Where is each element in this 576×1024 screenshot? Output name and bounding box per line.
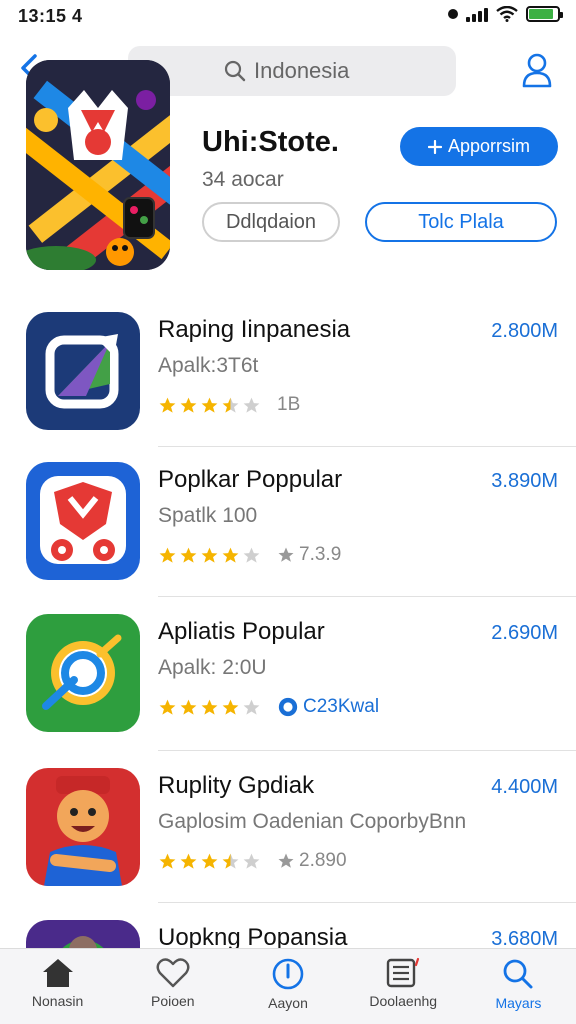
app-size: 2.800M <box>491 320 558 342</box>
details-button[interactable]: Tolc Plala <box>365 202 557 242</box>
star-icon <box>243 397 260 413</box>
person-icon <box>522 53 552 88</box>
app-size: 3.890M <box>491 470 558 492</box>
status-time: 13:15 4 <box>18 6 83 26</box>
star-icon <box>222 699 239 715</box>
star-rating: C23Kwal <box>158 696 379 718</box>
search-bar[interactable]: Indonesia <box>128 46 456 96</box>
star-icon <box>159 853 176 869</box>
tab-home[interactable]: Nonasin <box>0 949 115 1024</box>
search-text: Indonesia <box>254 58 350 83</box>
app-name: Poplkar Poppular <box>158 466 343 493</box>
star-icon <box>243 853 260 869</box>
tab-label: Doolaenhg <box>369 993 438 1009</box>
cellular-signal-icon <box>466 6 488 22</box>
app-icon <box>26 462 140 580</box>
status-bar: 13:15 4 <box>0 0 576 34</box>
heart-icon <box>156 958 190 988</box>
featured-get-label: Apporrsim <box>447 136 531 156</box>
app-size: 4.400M <box>491 776 558 798</box>
rating-count: 7.3.9 <box>277 544 341 566</box>
star-rating: 7.3.9 <box>158 544 341 566</box>
badge-icon <box>278 697 298 717</box>
app-subtitle: Gaplosim Oadenian CoporbyBnn <box>158 810 467 833</box>
featured-app-icon[interactable] <box>26 60 170 270</box>
location-dot-icon <box>448 9 458 19</box>
star-outline-icon <box>278 853 294 868</box>
rating-count: 1B <box>277 394 301 415</box>
app-subtitle: Apalk:3T6t <box>158 354 259 377</box>
star-outline-icon <box>278 547 294 562</box>
tab-favorites[interactable]: Poioen <box>115 949 230 1024</box>
plus-icon <box>427 139 442 154</box>
app-name: Ruplity Gpdiak <box>158 772 315 799</box>
list-item[interactable]: Poplkar Poppular Spatlk 100 3.890M 7.3.9 <box>0 462 576 612</box>
app-name: Apliatis Popular <box>158 618 325 645</box>
stars-container <box>158 698 261 717</box>
star-icon <box>180 397 197 413</box>
rating-count-text: 2.890 <box>299 850 347 871</box>
tab-news[interactable]: Doolaenhg <box>346 949 461 1024</box>
rating-count-text: C23Kwal <box>303 696 380 717</box>
stars-container <box>158 546 261 565</box>
app-size: 2.690M <box>491 622 558 644</box>
star-icon <box>222 397 239 413</box>
home-icon <box>42 959 73 987</box>
tab-bar: Nonasin Poioen Aayon Doolaenhg Mayars <box>0 948 576 1024</box>
rating-count: C23Kwal <box>277 696 379 718</box>
tab-label: Mayars <box>495 995 542 1011</box>
featured-app-subtitle: 34 aocar <box>202 168 284 191</box>
star-icon <box>180 699 197 715</box>
star-icon <box>201 397 218 413</box>
app-subtitle: Apalk: 2:0U <box>158 656 267 679</box>
featured-get-button[interactable]: Apporrsim <box>400 127 558 166</box>
row-divider <box>158 902 576 903</box>
app-icon <box>26 768 140 886</box>
info-icon <box>272 958 304 990</box>
search-icon <box>504 959 533 989</box>
battery-icon <box>526 6 563 22</box>
star-icon <box>159 397 176 413</box>
star-rating: 2.890 <box>158 850 347 872</box>
stars-container <box>158 396 261 415</box>
app-icon <box>26 614 140 732</box>
tab-label: Aayon <box>268 995 308 1011</box>
app-subtitle: Spatlk 100 <box>158 504 258 527</box>
news-icon <box>387 957 420 988</box>
list-item[interactable]: Raping Iinpanesia Apalk:3T6t 2.800M 1B <box>0 312 576 462</box>
tab-label: Nonasin <box>31 993 84 1009</box>
star-icon <box>201 853 218 869</box>
row-divider <box>158 446 576 447</box>
tab-info[interactable]: Aayon <box>230 949 345 1024</box>
rating-count: 2.890 <box>277 850 347 872</box>
app-icon <box>26 312 140 430</box>
download-button[interactable]: Ddlqdaion <box>202 202 340 242</box>
row-divider <box>158 750 576 751</box>
wifi-icon <box>496 6 518 22</box>
status-icons <box>448 6 563 22</box>
star-icon <box>159 547 176 563</box>
star-icon <box>159 699 176 715</box>
stars-container <box>158 852 261 871</box>
star-icon <box>201 547 218 563</box>
row-divider <box>158 596 576 597</box>
tab-search[interactable]: Mayars <box>461 949 576 1024</box>
star-icon <box>222 853 239 869</box>
search-icon <box>224 60 246 82</box>
profile-button[interactable] <box>520 50 554 90</box>
list-item[interactable]: Ruplity Gpdiak Gaplosim Oadenian Coporby… <box>0 768 576 918</box>
list-item[interactable]: Apliatis Popular Apalk: 2:0U 2.690M C23K… <box>0 614 576 764</box>
tab-label: Poioen <box>151 993 195 1009</box>
star-icon <box>201 699 218 715</box>
featured-app-title: Uhi:Stote. <box>202 126 339 158</box>
star-icon <box>243 547 260 563</box>
star-icon <box>180 547 197 563</box>
star-icon <box>243 699 260 715</box>
star-icon <box>180 853 197 869</box>
star-icon <box>222 547 239 563</box>
app-name: Raping Iinpanesia <box>158 316 351 343</box>
star-rating: 1B <box>158 394 300 416</box>
rating-count-text: 7.3.9 <box>299 544 342 565</box>
